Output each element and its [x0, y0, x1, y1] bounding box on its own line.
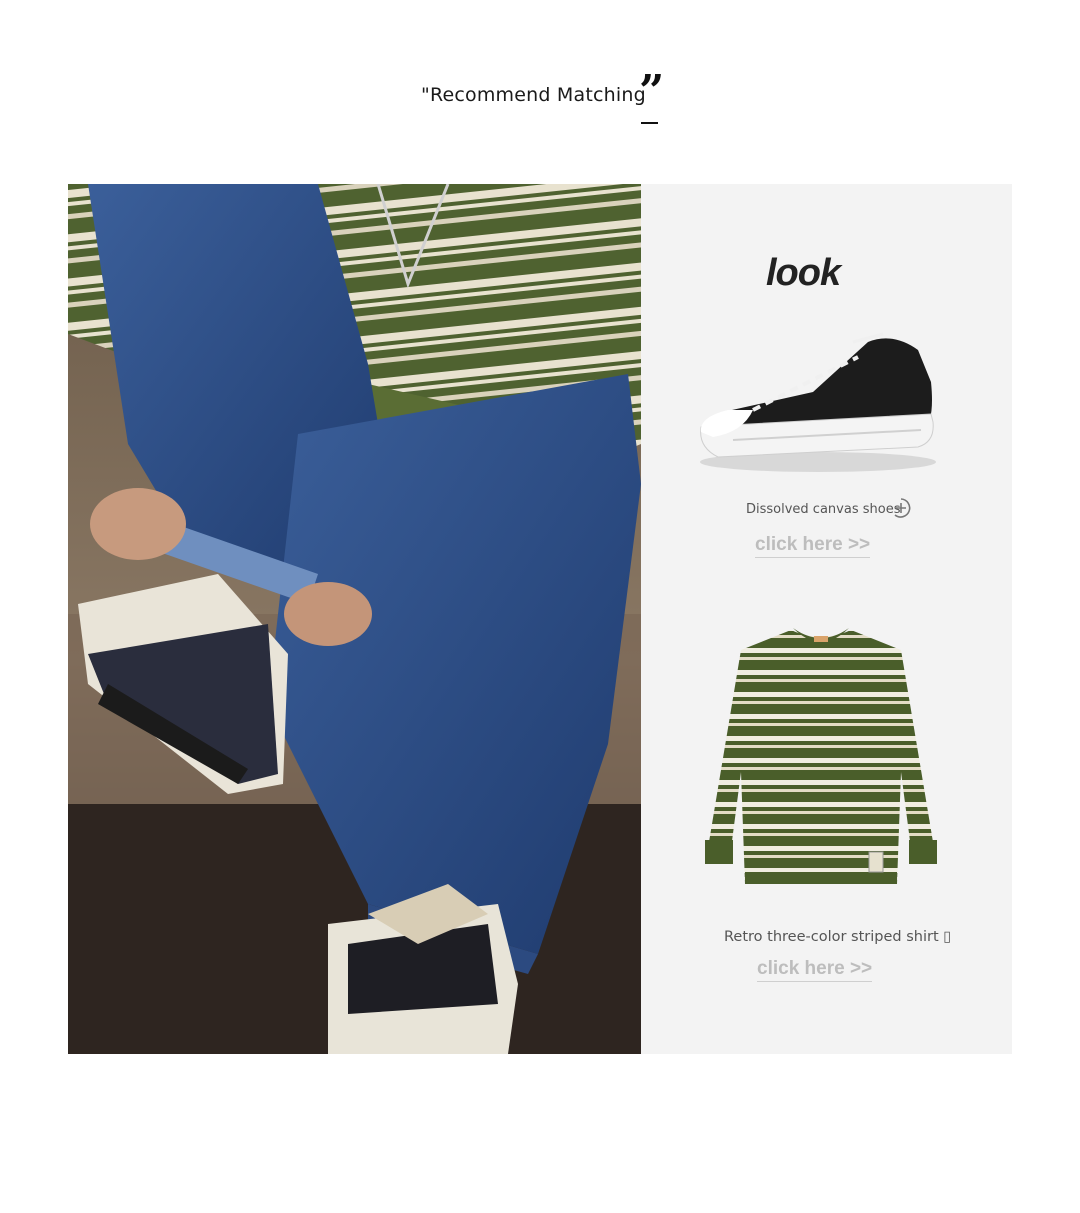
canvas-shoe-image[interactable] — [693, 322, 943, 482]
shoe-click-here-link[interactable]: click here >> — [755, 534, 871, 558]
section-heading: "Recommend Matching — [421, 84, 646, 106]
close-quote-icon: ” — [639, 66, 665, 117]
recommend-panel: look Dissolved canvas shoes click here >… — [68, 184, 1012, 1054]
shirt-item-label: Retro three-color striped shirt ▯ — [724, 929, 952, 945]
heading-underline — [641, 122, 658, 124]
add-plus-icon[interactable] — [891, 498, 911, 518]
model-photo-illustration — [68, 184, 641, 1054]
striped-shirt-image[interactable] — [701, 622, 941, 902]
shirt-click-here-link[interactable]: click here >> — [757, 958, 873, 982]
look-sidebar: look Dissolved canvas shoes click here >… — [641, 184, 1012, 1054]
look-title: look — [766, 252, 841, 294]
lifestyle-photo — [68, 184, 641, 1054]
shoe-item-label: Dissolved canvas shoes — [746, 502, 901, 517]
